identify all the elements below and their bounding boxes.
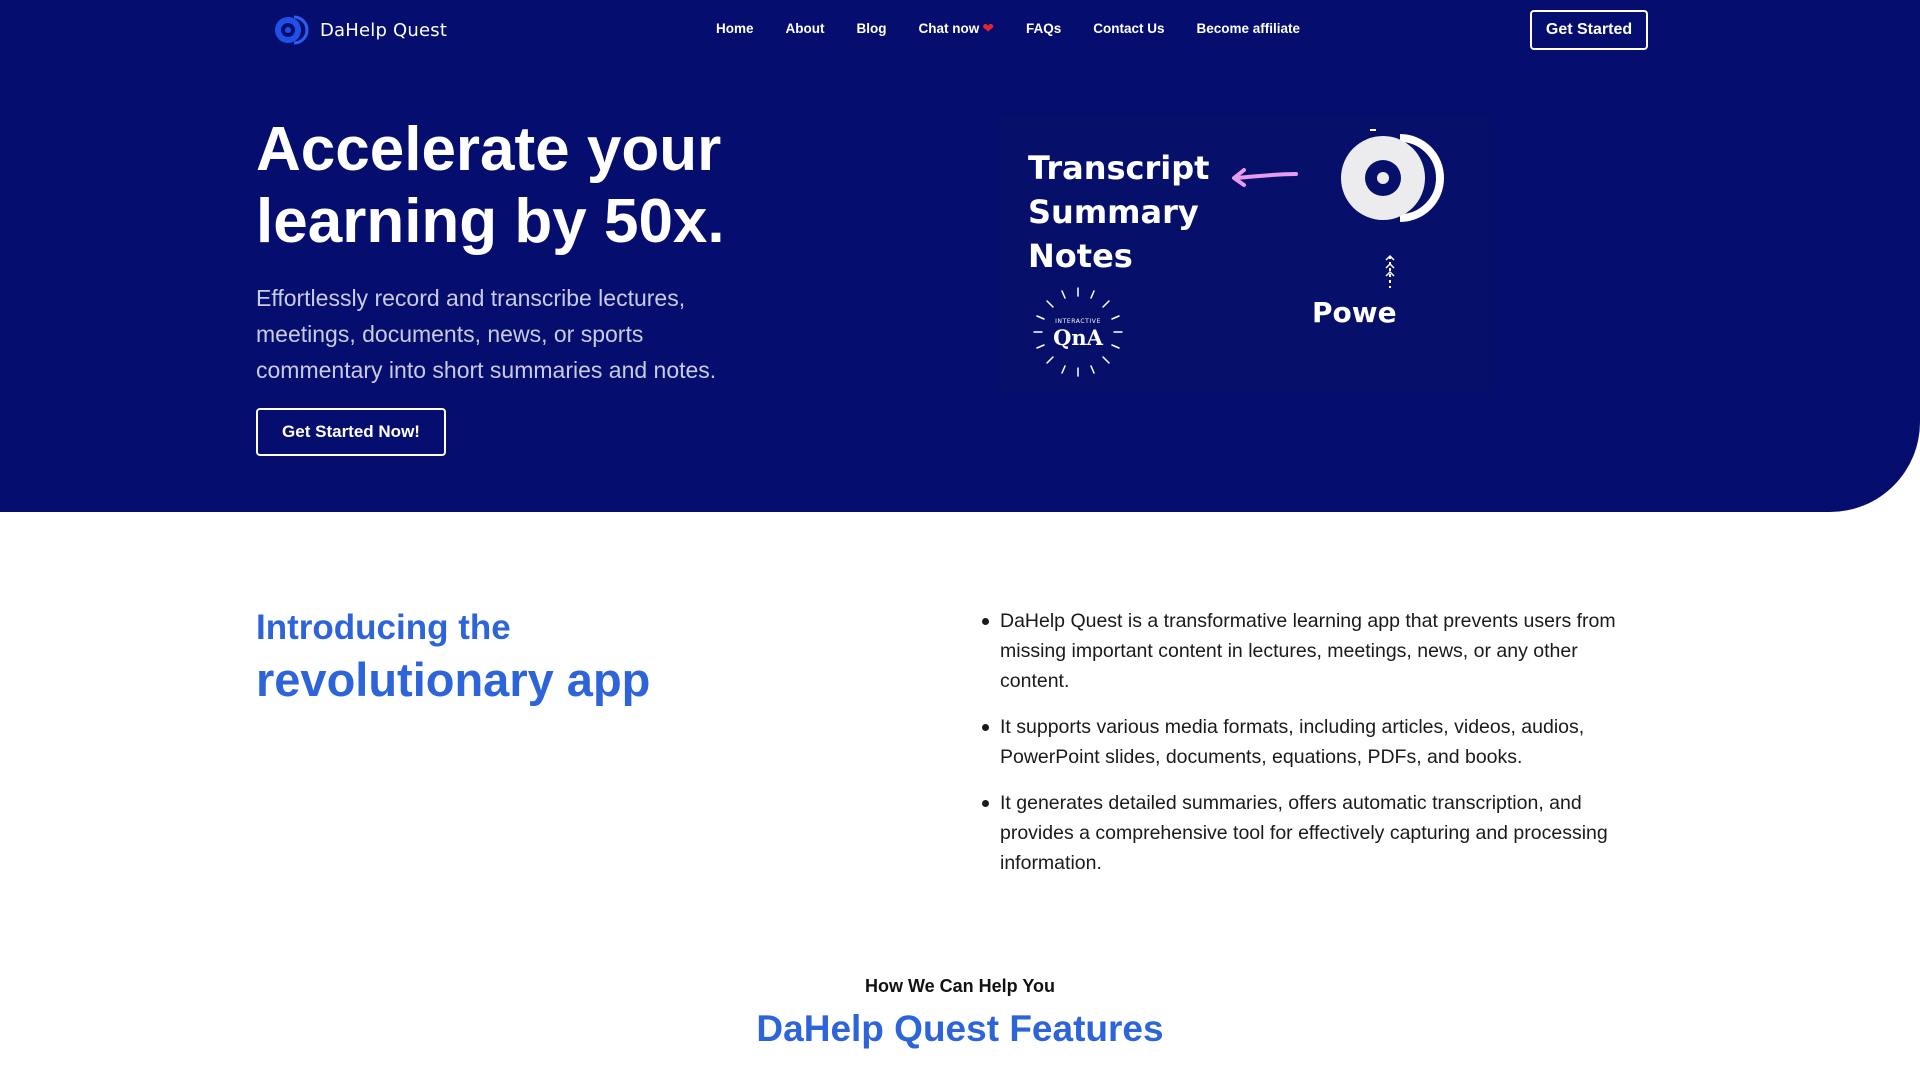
hero-section: DaHelp Quest Home About Blog Chat now ❤ F…	[0, 0, 1920, 512]
arrow-left-icon	[1232, 168, 1298, 187]
nav-link-chat-label: Chat now	[918, 21, 980, 36]
heart-icon: ❤	[982, 20, 994, 36]
hero-title: Accelerate your learning by 50x.	[256, 115, 725, 256]
dahelp-logo-icon	[272, 14, 312, 46]
intro-bullet-list: DaHelp Quest is a transformative learnin…	[978, 606, 1638, 894]
nav-link-affiliate[interactable]: Become affiliate	[1197, 21, 1301, 36]
nav-item-faqs[interactable]: FAQs	[1026, 20, 1061, 38]
hero-animation-graphic: Transcript Summary Notes Powe INTERACTIV…	[998, 116, 1494, 394]
list-item: DaHelp Quest is a transformative learnin…	[978, 606, 1638, 696]
hero-art-words: Transcript Summary Notes	[1028, 146, 1209, 278]
hero-art-word: Transcript	[1028, 149, 1210, 187]
intro-heading: Introducing the revolutionary app	[256, 604, 650, 708]
nav-item-affiliate[interactable]: Become affiliate	[1197, 20, 1301, 38]
nav-link-about[interactable]: About	[786, 21, 825, 36]
list-item: It supports various media formats, inclu…	[978, 712, 1638, 772]
nav-item-about[interactable]: About	[786, 20, 825, 38]
nav-item-blog[interactable]: Blog	[857, 20, 887, 38]
hero-subtitle: Effortlessly record and transcribe lectu…	[256, 285, 717, 383]
get-started-now-button[interactable]: Get Started Now!	[256, 408, 446, 456]
main-nav: Home About Blog Chat now ❤ FAQs Contact U…	[716, 20, 1300, 38]
get-started-button[interactable]: Get Started	[1530, 10, 1648, 50]
disc-logo-icon	[1341, 129, 1444, 222]
nav-link-contact[interactable]: Contact Us	[1093, 21, 1164, 36]
hero-art-partial-word: Powe	[1312, 296, 1397, 329]
hero-art-word: Summary	[1028, 193, 1199, 231]
nav-item-chat[interactable]: Chat now ❤	[919, 20, 994, 38]
nav-link-chat[interactable]: Chat now ❤	[918, 20, 994, 36]
nav-link-faqs[interactable]: FAQs	[1026, 21, 1061, 36]
nav-link-blog[interactable]: Blog	[857, 21, 887, 36]
brand-name: DaHelp Quest	[320, 19, 448, 41]
dotted-arrow-up-icon	[1385, 254, 1395, 288]
nav-item-home[interactable]: Home	[716, 20, 754, 38]
list-item: It generates detailed summaries, offers …	[978, 788, 1638, 878]
features-kicker: How We Can Help You	[864, 976, 1056, 996]
intro-heading-line2: revolutionary app	[256, 653, 651, 706]
hero-art-word: Notes	[1028, 237, 1133, 275]
nav-link-home[interactable]: Home	[716, 21, 754, 36]
qna-badge-small-text: INTERACTIVE	[1055, 318, 1101, 325]
intro-heading-line1: Introducing the	[256, 608, 511, 647]
brand-logo[interactable]: DaHelp Quest	[272, 14, 447, 46]
interactive-qna-badge: INTERACTIVE QnA	[1028, 282, 1128, 382]
nav-item-contact[interactable]: Contact Us	[1093, 20, 1164, 38]
features-title: DaHelp Quest Features	[756, 1008, 1164, 1049]
qna-badge-main-text: QnA	[1053, 325, 1103, 350]
